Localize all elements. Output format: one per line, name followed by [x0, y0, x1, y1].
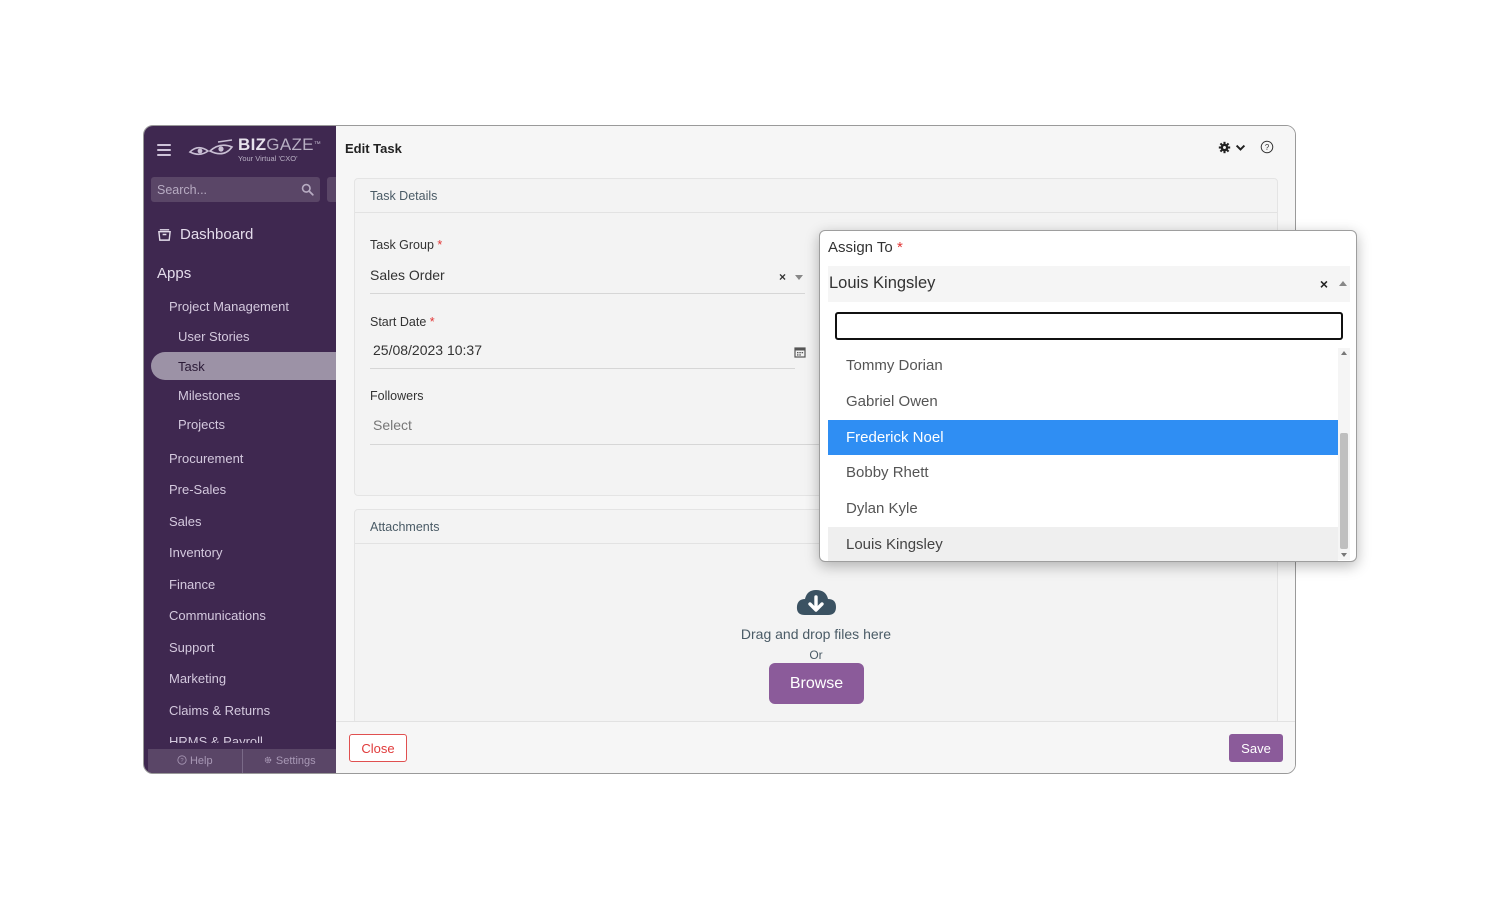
- sidebar: BIZGAZE™ Your Virtual 'CXO' Search... Da…: [144, 126, 341, 773]
- nav-procurement[interactable]: Procurement: [169, 451, 243, 466]
- option-frederick-noel[interactable]: Frederick Noel: [828, 419, 1338, 456]
- logo-text-biz: BIZ: [238, 135, 267, 154]
- task-group-label-text: Task Group: [370, 238, 434, 252]
- assign-to-value: Louis Kingsley: [829, 274, 936, 292]
- assign-to-search-input[interactable]: [835, 312, 1343, 340]
- sidebar-search-input[interactable]: Search...: [151, 177, 320, 202]
- assign-to-dropdown: Assign To * Louis Kingsley × Tommy Doria…: [819, 230, 1357, 562]
- search-icon[interactable]: [301, 183, 314, 196]
- settings-link[interactable]: Settings: [243, 755, 337, 767]
- nav-dashboard[interactable]: Dashboard: [157, 226, 253, 243]
- followers-label: Followers: [370, 389, 424, 403]
- nav-milestones[interactable]: Milestones: [178, 388, 240, 403]
- start-date-value[interactable]: 25/08/2023 10:37: [373, 342, 482, 358]
- option-tommy-dorian[interactable]: Tommy Dorian: [828, 348, 1338, 384]
- logo-trademark: ™: [313, 141, 322, 148]
- followers-select[interactable]: Select: [373, 417, 412, 433]
- dashboard-icon: [158, 229, 171, 241]
- chevron-down-icon: [1235, 144, 1246, 151]
- assign-to-label: Assign To *: [828, 239, 903, 256]
- nav-user-stories[interactable]: User Stories: [178, 329, 250, 344]
- svg-text:?: ?: [180, 758, 184, 764]
- help-label: Help: [189, 755, 213, 767]
- task-group-value[interactable]: Sales Order: [370, 267, 445, 283]
- help-circle-icon: ?: [177, 755, 187, 765]
- nav-task-label: Task: [178, 359, 205, 374]
- drag-drop-text: Drag and drop files here: [740, 626, 892, 642]
- help-link[interactable]: ? Help: [148, 755, 242, 767]
- calendar-icon[interactable]: [794, 346, 806, 358]
- task-details-title: Task Details: [355, 179, 1277, 213]
- nav-communications[interactable]: Communications: [169, 608, 266, 623]
- scroll-up-arrow-icon[interactable]: [1341, 351, 1347, 355]
- gear-icon: [1218, 141, 1231, 154]
- logo-text-gaze: GAZE: [266, 135, 314, 154]
- cloud-download-icon[interactable]: [795, 587, 837, 619]
- nav-project-management[interactable]: Project Management: [169, 299, 289, 314]
- nav-projects[interactable]: Projects: [178, 417, 225, 432]
- nav-inventory[interactable]: Inventory: [169, 545, 222, 560]
- assign-to-label-text: Assign To: [828, 239, 893, 256]
- page-title: Edit Task: [345, 141, 402, 156]
- svg-text:?: ?: [1265, 143, 1270, 152]
- required-mark: *: [437, 238, 443, 252]
- assign-to-caret-up-icon[interactable]: [1339, 281, 1347, 286]
- start-date-label-text: Start Date: [370, 315, 427, 329]
- nav-dashboard-label: Dashboard: [180, 226, 254, 243]
- task-group-underline: [370, 293, 805, 294]
- options-scrollbar-thumb[interactable]: [1340, 433, 1348, 549]
- panel-header: Edit Task ?: [336, 126, 1295, 170]
- settings-dropdown-button[interactable]: [1218, 141, 1247, 154]
- nav-hrms-payroll[interactable]: HRMS & Payroll: [169, 734, 263, 743]
- task-group-label: Task Group *: [370, 238, 442, 252]
- option-louis-kingsley[interactable]: Louis Kingsley: [828, 526, 1338, 561]
- nav-finance[interactable]: Finance: [169, 577, 215, 592]
- help-icon[interactable]: ?: [1260, 140, 1274, 154]
- start-date-label: Start Date *: [370, 315, 435, 329]
- nav-pre-sales[interactable]: Pre-Sales: [169, 482, 226, 497]
- nav-support[interactable]: Support: [169, 640, 215, 655]
- search-placeholder: Search...: [157, 182, 208, 197]
- assign-to-select[interactable]: Louis Kingsley ×: [828, 266, 1350, 302]
- panel-footer: Close Save: [336, 721, 1295, 773]
- close-button[interactable]: Close: [349, 734, 407, 762]
- logo-tagline: Your Virtual 'CXO': [238, 154, 298, 163]
- followers-underline: [370, 444, 825, 445]
- or-text: Or: [809, 648, 823, 662]
- option-dylan-kyle[interactable]: Dylan Kyle: [828, 491, 1338, 527]
- assign-to-clear-icon[interactable]: ×: [1320, 276, 1328, 292]
- nav-marketing[interactable]: Marketing: [169, 671, 226, 686]
- settings-gear-icon: [264, 756, 272, 764]
- bizgaze-logo-icon: [188, 138, 234, 155]
- nav-sales[interactable]: Sales: [169, 514, 202, 529]
- option-bobby-rhett[interactable]: Bobby Rhett: [828, 455, 1338, 492]
- required-mark: *: [429, 315, 435, 329]
- hamburger-menu-icon[interactable]: [157, 144, 171, 156]
- task-group-clear-icon[interactable]: ×: [779, 270, 786, 284]
- required-mark: *: [896, 239, 903, 256]
- nav-claims-returns[interactable]: Claims & Returns: [169, 703, 270, 718]
- logo[interactable]: BIZGAZE™ Your Virtual 'CXO': [188, 136, 321, 163]
- start-date-underline: [370, 368, 795, 369]
- sidebar-footer: ? Help Settings: [148, 749, 336, 773]
- scroll-down-arrow-icon[interactable]: [1341, 553, 1347, 557]
- nav-task-active[interactable]: Task: [151, 352, 341, 380]
- assign-to-options-list: Tommy Dorian Gabriel Owen Frederick Noel…: [828, 348, 1338, 561]
- task-group-caret-icon[interactable]: [795, 275, 803, 280]
- option-gabriel-owen[interactable]: Gabriel Owen: [828, 383, 1338, 420]
- browse-button[interactable]: Browse: [769, 663, 864, 704]
- save-button[interactable]: Save: [1229, 734, 1283, 762]
- nav-apps-heading: Apps: [157, 265, 192, 282]
- settings-label: Settings: [275, 755, 316, 767]
